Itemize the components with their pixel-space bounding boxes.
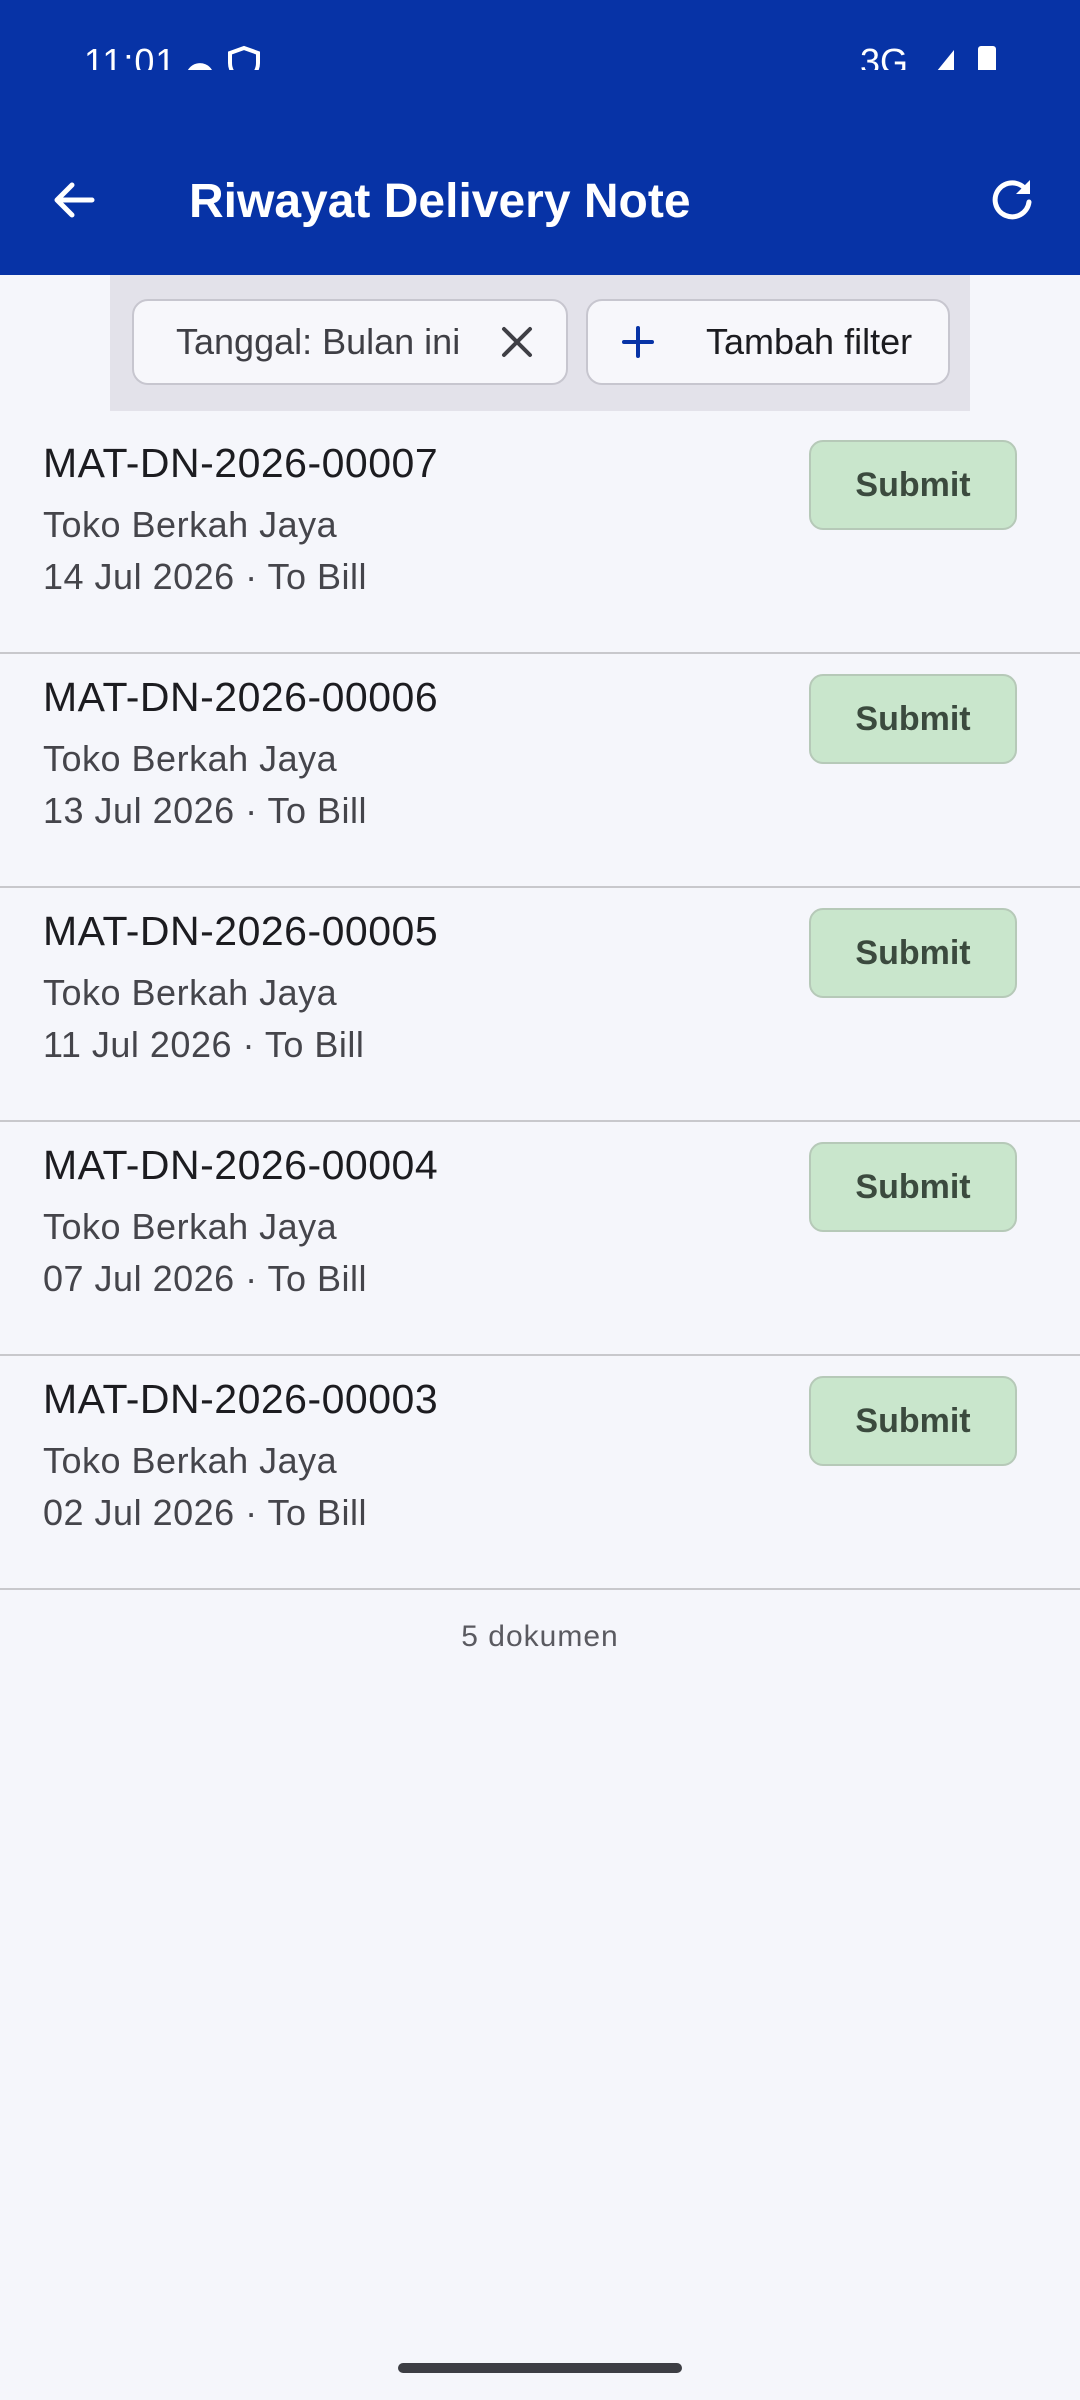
- customer-name: Toko Berkah Jaya: [43, 504, 338, 545]
- date-filter-label: Tanggal: Bulan ini: [176, 321, 461, 362]
- date-status: 13 Jul 2026 · To Bill: [43, 790, 368, 831]
- customer-name: Toko Berkah Jaya: [43, 1440, 338, 1481]
- document-count: 5 dokumen: [461, 1620, 619, 1653]
- add-filter-label: Tambah filter: [706, 321, 913, 362]
- date-status: 14 Jul 2026 · To Bill: [43, 556, 368, 597]
- submit-button[interactable]: Submit: [809, 674, 1017, 764]
- customer-name: Toko Berkah Jaya: [43, 1206, 338, 1247]
- status-bar: 11:01 3G: [0, 0, 1080, 72]
- delivery-note-id: MAT-DN-2026-00006: [43, 674, 439, 720]
- date-filter-chip[interactable]: Tanggal: Bulan ini: [132, 299, 568, 385]
- delivery-note-id: MAT-DN-2026-00003: [43, 1376, 439, 1422]
- refresh-button[interactable]: [978, 166, 1046, 234]
- delivery-note-list: MAT-DN-2026-00007 Toko Berkah Jaya 14 Ju…: [0, 420, 1080, 1590]
- list-item[interactable]: MAT-DN-2026-00003 Toko Berkah Jaya 02 Ju…: [0, 1356, 1080, 1590]
- shield-icon: [228, 45, 260, 70]
- close-icon[interactable]: [498, 323, 536, 361]
- app-bar: 11:01 3G Riwayat Delivery Note: [0, 0, 1080, 275]
- arrow-back-icon: [54, 182, 95, 218]
- date-status: 02 Jul 2026 · To Bill: [43, 1492, 368, 1533]
- filter-bar: Tanggal: Bulan ini Tambah filter: [110, 275, 970, 411]
- delivery-note-id: MAT-DN-2026-00005: [43, 908, 439, 954]
- customer-name: Toko Berkah Jaya: [43, 738, 338, 779]
- network-label: 3G: [859, 41, 908, 70]
- page-title: Riwayat Delivery Note: [189, 175, 691, 228]
- list-item[interactable]: MAT-DN-2026-00006 Toko Berkah Jaya 13 Ju…: [0, 654, 1080, 888]
- list-item[interactable]: MAT-DN-2026-00004 Toko Berkah Jaya 07 Ju…: [0, 1122, 1080, 1356]
- status-time: 11:01: [84, 41, 177, 70]
- status-right: 3G: [860, 40, 996, 70]
- plus-icon: [622, 326, 654, 358]
- back-button[interactable]: [40, 166, 108, 234]
- submit-button[interactable]: Submit: [809, 440, 1017, 530]
- add-filter-button[interactable]: Tambah filter: [586, 299, 950, 385]
- date-status: 11 Jul 2026 · To Bill: [43, 1024, 365, 1065]
- home-indicator[interactable]: [398, 2363, 682, 2373]
- status-notification-icons: [182, 44, 272, 70]
- signal-icon: [937, 50, 954, 70]
- customer-name: Toko Berkah Jaya: [43, 972, 338, 1013]
- date-status: 07 Jul 2026 · To Bill: [43, 1258, 368, 1299]
- submit-button[interactable]: Submit: [809, 908, 1017, 998]
- refresh-icon: [992, 180, 1032, 220]
- delivery-note-id: MAT-DN-2026-00007: [43, 440, 439, 486]
- submit-button[interactable]: Submit: [809, 1142, 1017, 1232]
- list-item[interactable]: MAT-DN-2026-00005 Toko Berkah Jaya 11 Ju…: [0, 888, 1080, 1122]
- list-item[interactable]: MAT-DN-2026-00007 Toko Berkah Jaya 14 Ju…: [0, 420, 1080, 654]
- battery-icon: [978, 46, 996, 70]
- cloud-icon: [187, 63, 212, 70]
- delivery-note-id: MAT-DN-2026-00004: [43, 1142, 439, 1188]
- submit-button[interactable]: Submit: [809, 1376, 1017, 1466]
